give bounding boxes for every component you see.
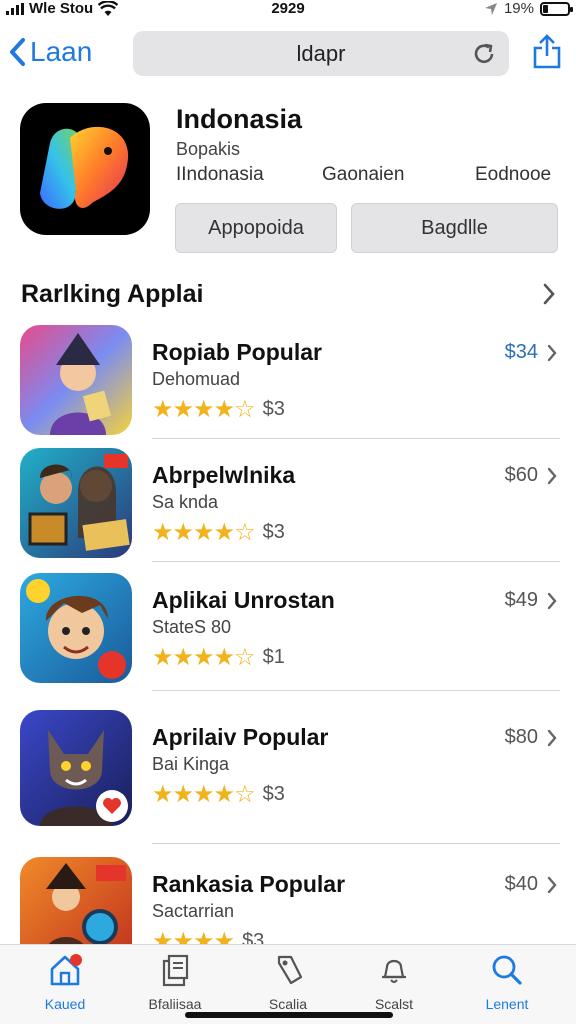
star-rating-icon: ★★★★☆	[152, 781, 256, 808]
document-icon	[162, 954, 189, 987]
tab-search[interactable]: Lenent	[462, 953, 552, 1012]
rating: ★★★★☆ $3	[152, 395, 285, 424]
star-rating-icon: ★★★★☆	[152, 519, 256, 546]
chevron-right-icon	[547, 344, 557, 362]
tab-label: Bfaliisaa	[148, 996, 202, 1012]
open-app-button[interactable]: Appopoida	[175, 203, 337, 253]
tab-label: Lenent	[485, 996, 529, 1012]
divider	[152, 438, 560, 439]
list-item[interactable]: Abrpelwlnika Sa knda ★★★★☆ $3 $60	[20, 448, 560, 563]
chevron-right-icon	[547, 592, 557, 610]
app-thumbnail	[20, 448, 132, 558]
list-item[interactable]: Ropiab Popular Dehomuad ★★★★☆ $3 $34	[20, 325, 560, 440]
app-subtitle: Sactarrian	[152, 901, 235, 921]
star-rating-icon: ★★★★☆	[152, 644, 256, 671]
navigation-bar: Laan ldapr	[0, 30, 576, 78]
app-subtitle: Dehomuad	[152, 369, 241, 389]
price: $80	[504, 726, 538, 748]
list-item[interactable]: Aprilaiv Popular Bai Kinga ★★★★☆ $3 $80	[20, 710, 560, 844]
divider	[152, 843, 560, 844]
battery-percent: 19%	[503, 0, 534, 17]
star-rating-icon: ★★★★☆	[152, 396, 256, 423]
app-name: Ropiab Popular	[152, 339, 322, 365]
app-meta-category: Gaonaien	[322, 164, 405, 185]
price: $49	[504, 589, 538, 611]
tab-scalia[interactable]: Scalia	[243, 953, 333, 1012]
chevron-right-icon	[547, 729, 557, 747]
app-thumbnail	[20, 857, 132, 944]
divider	[152, 690, 560, 691]
app-name: Rankasia Popular	[152, 871, 346, 897]
back-button[interactable]: Laan	[8, 36, 92, 68]
app-name: Aplikai Unrostan	[152, 587, 335, 613]
rating: ★★★★ $3	[152, 927, 264, 944]
tag-icon	[277, 955, 303, 985]
app-subtitle: Bopakis	[176, 139, 241, 159]
reload-icon[interactable]	[471, 41, 497, 67]
app-icon	[20, 103, 150, 235]
app-meta-country: IIndonasia	[176, 164, 264, 185]
app-subtitle: Sa knda	[152, 492, 219, 512]
bundle-button[interactable]: Bagdlle	[351, 203, 558, 253]
app-meta-developer: Eodnooe	[475, 164, 552, 185]
section-title: Rarlking Applai	[21, 280, 204, 308]
price: $40	[504, 873, 538, 895]
location-icon	[484, 2, 497, 15]
url-text: ldapr	[296, 40, 346, 66]
tab-label: Scalst	[374, 996, 414, 1012]
app-thumbnail	[20, 710, 132, 826]
app-title: Indonasia	[176, 104, 303, 134]
app-subtitle: Bai Kinga	[152, 754, 230, 774]
back-label: Laan	[30, 36, 93, 67]
app-thumbnail	[20, 325, 132, 435]
tab-documents[interactable]: Bfaliisaa	[130, 953, 220, 1012]
list-item[interactable]: Aplikai Unrostan StateS 80 ★★★★☆ $1 $49	[20, 573, 560, 691]
share-icon[interactable]	[532, 34, 562, 70]
list-item[interactable]: Rankasia Popular Sactarrian ★★★★ $3 $40	[20, 857, 560, 944]
app-thumbnail	[20, 573, 132, 683]
rating-value: $3	[262, 783, 285, 805]
home-icon	[50, 954, 82, 986]
tab-home[interactable]: Kaued	[20, 953, 110, 1012]
chevron-right-icon	[547, 876, 557, 894]
rating-value: $3	[242, 930, 265, 944]
rating: ★★★★☆ $3	[152, 518, 285, 547]
bell-icon	[382, 959, 406, 983]
price: $34	[504, 341, 538, 363]
chevron-left-icon	[10, 38, 25, 66]
divider	[152, 561, 560, 562]
rating-value: $3	[262, 521, 285, 543]
app-name: Abrpelwlnika	[152, 462, 296, 488]
address-bar[interactable]: ldapr	[133, 31, 509, 76]
section-chevron-right-icon[interactable]	[542, 282, 556, 306]
tab-label: Scalia	[268, 996, 308, 1012]
app-name: Aprilaiv Popular	[152, 724, 329, 750]
rating-value: $3	[262, 398, 285, 420]
home-indicator[interactable]	[185, 1012, 393, 1018]
tab-label: Kaued	[44, 996, 86, 1012]
tab-notifications[interactable]: Scalst	[349, 953, 439, 1012]
price: $60	[504, 464, 538, 486]
rating: ★★★★☆ $1	[152, 643, 285, 672]
rating-value: $1	[262, 646, 285, 668]
chevron-right-icon	[547, 467, 557, 485]
search-icon	[492, 955, 522, 985]
app-subtitle: StateS 80	[152, 617, 232, 637]
status-bar: Wle Stou 2929 19%	[0, 0, 576, 22]
star-rating-icon: ★★★★	[152, 928, 235, 944]
battery-icon	[540, 1, 573, 16]
rating: ★★★★☆ $3	[152, 780, 285, 809]
